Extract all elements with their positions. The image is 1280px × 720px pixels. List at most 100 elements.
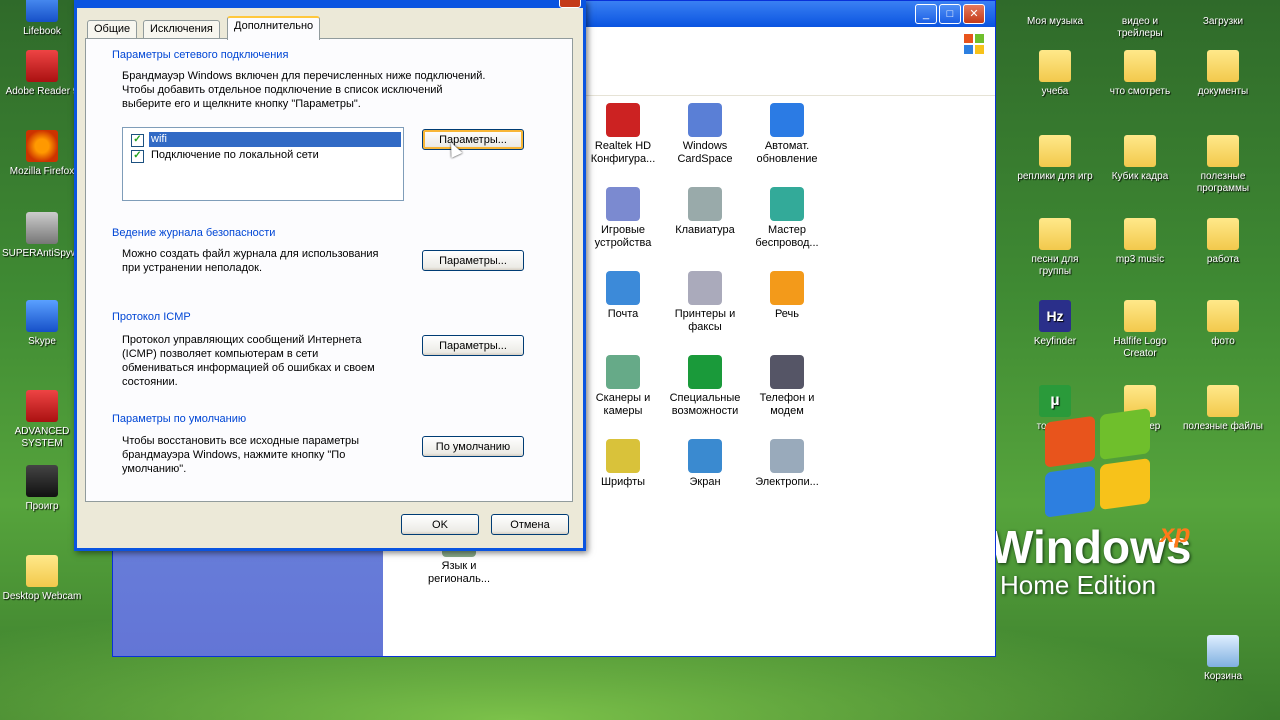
- control-panel-item[interactable]: Специальные возможности: [663, 355, 747, 418]
- folder-icon: [1207, 50, 1239, 82]
- desktop-icon[interactable]: SUPERAntiSpyware: [2, 212, 93, 260]
- tab-general[interactable]: Общие: [87, 20, 138, 38]
- desktop-icon-label: Кубик кадра: [1111, 171, 1169, 182]
- control-panel-item[interactable]: Мастер беспровод...: [745, 187, 829, 250]
- icmp-section-title: Протокол ICMP: [112, 311, 191, 323]
- control-panel-item[interactable]: Автомат. обновление: [745, 103, 829, 166]
- firefox-icon: [26, 130, 58, 162]
- desktop-icon[interactable]: Проигр: [2, 465, 82, 513]
- control-panel-item[interactable]: Игровые устройства: [581, 187, 665, 250]
- ok-button[interactable]: OK: [401, 514, 479, 535]
- antispy-icon: [26, 212, 58, 244]
- utorrent-icon: µ: [1039, 385, 1071, 417]
- desktop-icon[interactable]: Lifebook: [2, 0, 82, 38]
- printer-icon: [688, 271, 722, 305]
- connection-checkbox[interactable]: ✓: [131, 150, 144, 163]
- net-section-text-2: Чтобы добавить отдельное подключение в с…: [122, 84, 443, 96]
- log-section-text-1: Можно создать файл журнала для использов…: [122, 248, 379, 260]
- maximize-button[interactable]: □: [939, 4, 961, 24]
- folder-icon: [1124, 218, 1156, 250]
- folder-icon: [1124, 300, 1156, 332]
- desktop-icon-folder[interactable]: работа: [1183, 218, 1263, 266]
- windows-xp-superscript: xp: [1160, 518, 1191, 548]
- desktop-icon-folder[interactable]: mp3 music: [1100, 218, 1180, 266]
- desktop-icon-folder[interactable]: реплики для игр: [1015, 135, 1095, 183]
- desktop-icon[interactable]: Desktop Webcam: [2, 555, 82, 603]
- control-panel-item-label: Автомат. обновление: [756, 140, 818, 165]
- mail-icon: [606, 271, 640, 305]
- cancel-button[interactable]: Отмена: [491, 514, 569, 535]
- control-panel-item[interactable]: Речь: [745, 271, 829, 321]
- log-settings-button[interactable]: Параметры...: [422, 250, 524, 271]
- restore-defaults-button[interactable]: По умолчанию: [422, 436, 524, 457]
- desktop-icon-folder[interactable]: полезные программы: [1183, 135, 1263, 195]
- app-blue-icon: [26, 0, 58, 22]
- connection-checkbox[interactable]: ✓: [131, 134, 144, 147]
- icmp-settings-button[interactable]: Параметры...: [422, 335, 524, 356]
- control-panel-item[interactable]: Принтеры и факсы: [663, 271, 747, 334]
- control-panel-item[interactable]: Шрифты: [581, 439, 665, 489]
- dialog-close-icon[interactable]: [559, 0, 581, 8]
- control-panel-item[interactable]: Realtek HD Конфигура...: [581, 103, 665, 166]
- net-section-text-3: выберите его и щелкните кнопку "Параметр…: [122, 98, 361, 110]
- desktop-icon-folder[interactable]: песни для группы: [1015, 218, 1095, 278]
- desktop-icon-folder[interactable]: Загрузки: [1183, 0, 1263, 28]
- desktop-icon-folder[interactable]: Моя музыка: [1015, 0, 1095, 28]
- control-panel-item[interactable]: Телефон и модем: [745, 355, 829, 418]
- folder-icon: [1039, 218, 1071, 250]
- windows-xp-logo-icon: [1045, 407, 1155, 522]
- control-panel-item-label: Сканеры и камеры: [595, 392, 651, 417]
- desktop-icon-folder[interactable]: фото: [1183, 300, 1263, 348]
- desktop-icon-recycle-bin[interactable]: Корзина: [1183, 635, 1263, 683]
- desktop-icon-label: учеба: [1041, 86, 1069, 97]
- desktop-icon-label: Проигр: [25, 501, 59, 512]
- desktop-icon-label: Lifebook: [23, 26, 61, 37]
- control-panel-item-label: Речь: [774, 308, 800, 320]
- windows-xp-edition: Home Edition: [1000, 570, 1157, 600]
- control-panel-item-label: Мастер беспровод...: [755, 224, 819, 249]
- control-panel-item[interactable]: Экран: [663, 439, 747, 489]
- desktop-icon-label: Mozilla Firefox: [9, 166, 75, 177]
- tab-advanced[interactable]: Дополнительно: [227, 16, 321, 40]
- control-panel-item[interactable]: Сканеры и камеры: [581, 355, 665, 418]
- desktop-icon-label: реплики для игр: [1017, 171, 1093, 182]
- desktop-icon[interactable]: Adobe Reader 9: [2, 50, 82, 98]
- desktop-icon-label: песни для группы: [1031, 254, 1079, 277]
- control-panel-item[interactable]: Windows CardSpace: [663, 103, 747, 166]
- control-panel-item[interactable]: Клавиатура: [663, 187, 747, 237]
- desktop-icon-folder[interactable]: документы: [1183, 50, 1263, 98]
- speaker-icon: [606, 103, 640, 137]
- connection-row-wifi[interactable]: ✓ wifi: [127, 132, 401, 147]
- desktop-icon-label: работа: [1206, 254, 1240, 265]
- desktop-icon[interactable]: Skype: [2, 300, 82, 348]
- desktop-icon-folder[interactable]: полезные файлы: [1183, 385, 1263, 433]
- desktop-icon-folder[interactable]: Halfife Logo Creator: [1100, 300, 1180, 360]
- control-panel-item[interactable]: Электропи...: [745, 439, 829, 489]
- connection-label: wifi: [149, 132, 401, 147]
- desktop-icon-label: видео и трейлеры: [1117, 16, 1163, 39]
- minimize-button[interactable]: _: [915, 4, 937, 24]
- desktop-icon[interactable]: ADVANCED SYSTEM: [2, 390, 82, 450]
- log-section-text-2: при устранении неполадок.: [122, 262, 263, 274]
- desktop-icon-folder[interactable]: видео и трейлеры: [1100, 0, 1180, 40]
- desktop-icon-label: Загрузки: [1202, 16, 1244, 27]
- control-panel-item-label: Realtek HD Конфигура...: [590, 140, 656, 165]
- control-panel-item-label: Клавиатура: [675, 224, 735, 236]
- desktop-icon-hz[interactable]: Hz Keyfinder: [1015, 300, 1095, 348]
- net-settings-button[interactable]: Параметры...: [422, 129, 524, 150]
- accessibility-icon: [688, 355, 722, 389]
- desktop-icon[interactable]: Mozilla Firefox: [2, 130, 82, 178]
- connection-row-lan[interactable]: ✓ Подключение по локальной сети: [127, 148, 399, 163]
- tab-exceptions[interactable]: Исключения: [143, 20, 220, 38]
- desktop-icon-folder[interactable]: учеба: [1015, 50, 1095, 98]
- media-icon: [26, 465, 58, 497]
- update-icon: [770, 103, 804, 137]
- desktop-icon-folder[interactable]: что смотреть: [1100, 50, 1180, 98]
- close-button[interactable]: ✕: [963, 4, 985, 24]
- desktop-icon-label: ADVANCED SYSTEM: [14, 426, 70, 449]
- control-panel-item-label: Специальные возможности: [669, 392, 741, 417]
- connections-list[interactable]: ✓ wifi ✓ Подключение по локальной сети: [122, 127, 404, 201]
- advanced-panel: Параметры сетевого подключения Брандмауэ…: [85, 38, 573, 502]
- control-panel-item[interactable]: Почта: [581, 271, 665, 321]
- desktop-icon-folder[interactable]: Кубик кадра: [1100, 135, 1180, 183]
